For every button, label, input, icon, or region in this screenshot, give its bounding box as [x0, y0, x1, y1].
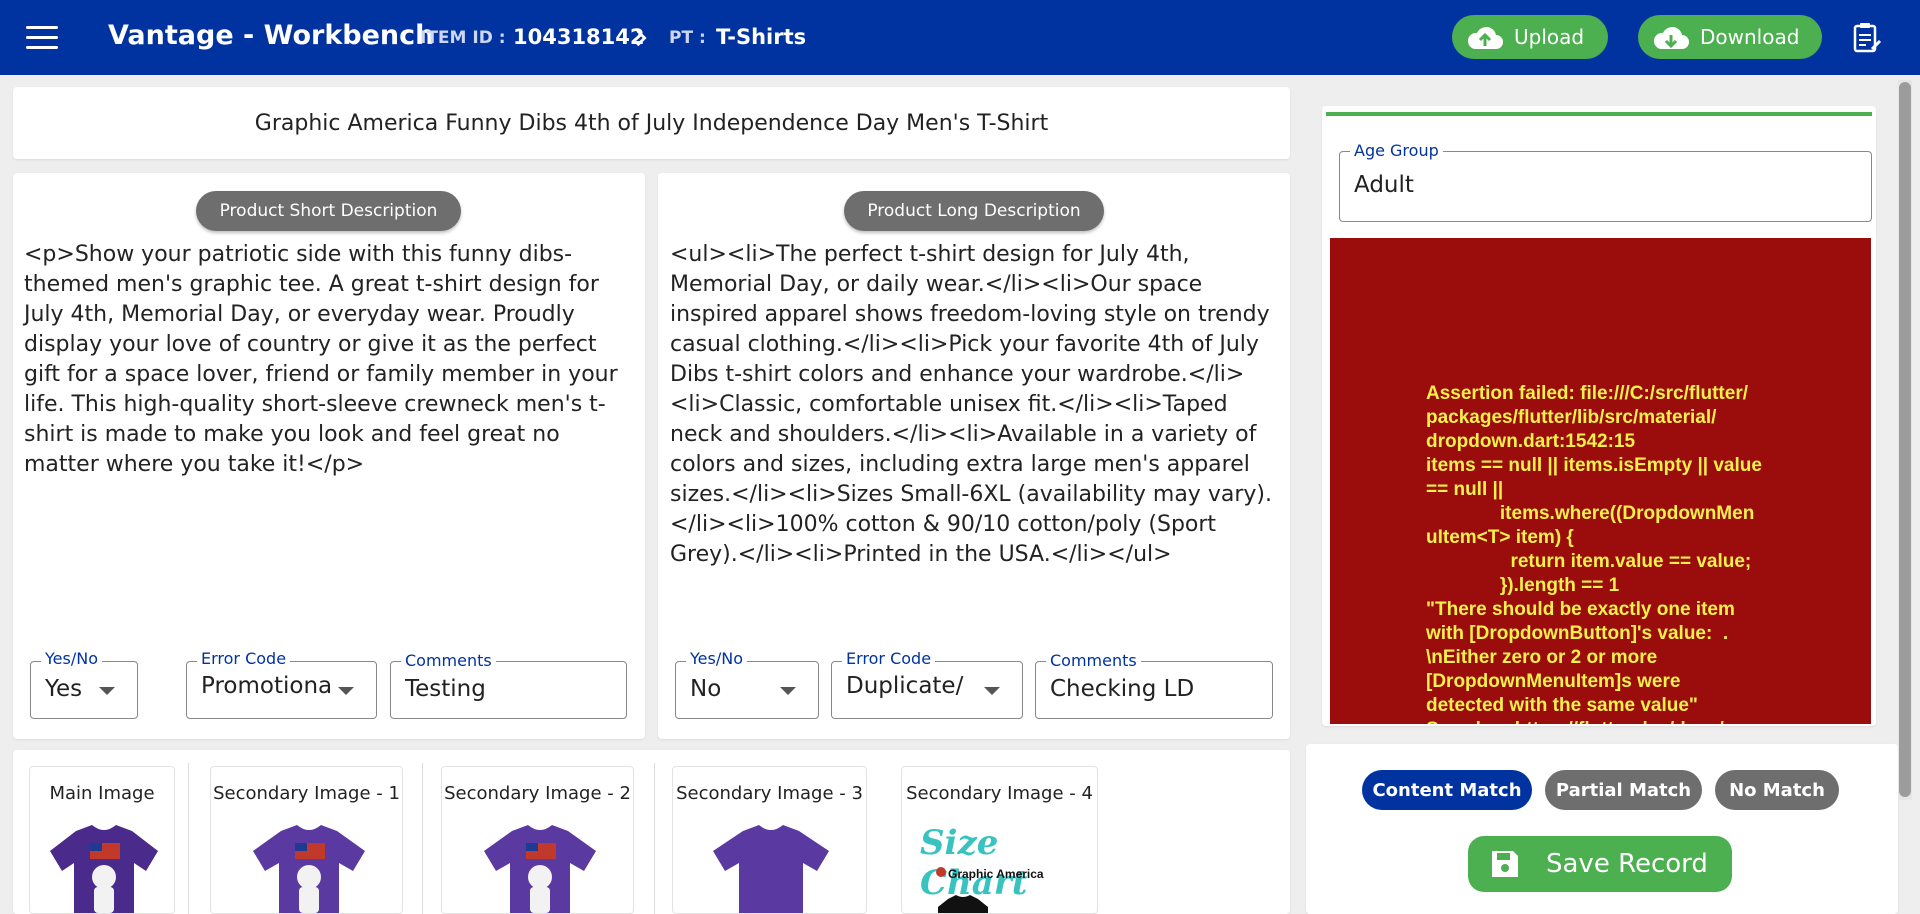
brand-logo-icon — [936, 867, 946, 877]
save-record-button[interactable]: Save Record — [1468, 836, 1732, 892]
long-yes-no-label: Yes/No — [686, 649, 747, 668]
download-label: Download — [1700, 25, 1800, 49]
long-comments-value: Checking LD — [1050, 676, 1195, 702]
long-error-code-select[interactable]: Error Code Duplicate/ — [831, 649, 1023, 719]
image-caption: Secondary Image - 2 — [444, 783, 631, 804]
short-description-chip[interactable]: Product Short Description — [196, 191, 461, 231]
image-divider — [654, 763, 655, 914]
size-chart-title: Size Chart — [920, 823, 1028, 903]
long-comments-label: Comments — [1046, 651, 1141, 670]
upload-button[interactable]: Upload — [1452, 15, 1608, 59]
tshirt-image — [253, 825, 365, 913]
caret-down-icon — [338, 687, 354, 695]
secondary-image-1-card[interactable]: Secondary Image - 1 — [210, 766, 403, 914]
images-panel — [13, 750, 1290, 914]
short-comments-label: Comments — [401, 651, 496, 670]
scrollbar-thumb[interactable] — [1899, 82, 1911, 797]
age-group-label: Age Group — [1350, 141, 1443, 160]
notes-icon[interactable] — [1852, 22, 1882, 54]
secondary-image-3-card[interactable]: Secondary Image - 3 — [672, 766, 867, 914]
save-icon — [1492, 851, 1518, 877]
tshirt-image — [713, 825, 829, 913]
long-yes-no-select[interactable]: Yes/No No — [675, 649, 819, 719]
menu-icon[interactable] — [26, 26, 58, 50]
caret-down-icon — [99, 687, 115, 695]
image-caption: Main Image — [49, 783, 155, 804]
error-message: Assertion failed: file:///C:/src/flutter… — [1426, 383, 1762, 724]
tshirt-image — [938, 895, 988, 913]
size-chart-brand: Graphic America — [948, 867, 1044, 881]
cloud-download-icon — [1653, 26, 1689, 49]
download-button[interactable]: Download — [1638, 15, 1822, 59]
short-error-code-label: Error Code — [197, 649, 291, 668]
long-description-text[interactable]: <ul><li>The perfect t-shirt design for J… — [670, 240, 1282, 570]
image-divider — [422, 763, 423, 914]
caret-down-icon — [780, 687, 796, 695]
short-error-code-select[interactable]: Error Code Promotiona — [186, 649, 377, 719]
caret-down-icon — [984, 687, 1000, 695]
short-description-text[interactable]: <p>Show your patriotic side with this fu… — [24, 240, 628, 480]
tshirt-image — [484, 825, 596, 913]
image-divider — [188, 763, 189, 914]
item-id-value: 104318142 — [513, 25, 645, 49]
upload-label: Upload — [1514, 25, 1585, 49]
pt-value: T-Shirts — [716, 25, 807, 49]
secondary-image-2-card[interactable]: Secondary Image - 2 — [441, 766, 634, 914]
chevron-right-icon[interactable] — [630, 27, 652, 49]
short-yes-no-value: Yes — [45, 676, 83, 702]
product-title: Graphic America Funny Dibs 4th of July I… — [13, 87, 1290, 159]
long-description-chip[interactable]: Product Long Description — [844, 191, 1104, 231]
age-group-value: Adult — [1354, 172, 1414, 198]
image-caption: Secondary Image - 1 — [213, 783, 400, 804]
app-title: Vantage - Workbench — [108, 20, 435, 51]
age-group-field[interactable]: Age Group Adult — [1339, 141, 1872, 222]
short-yes-no-select[interactable]: Yes/No Yes — [30, 649, 138, 719]
top-app-bar: Vantage - Workbench ITEM ID : 104318142 … — [0, 0, 1920, 75]
long-comments-field[interactable]: Comments Checking LD — [1035, 651, 1273, 719]
short-error-code-value: Promotiona — [201, 673, 333, 699]
image-caption: Secondary Image - 3 — [676, 783, 863, 804]
pt-label: PT : — [669, 28, 706, 48]
main-image-card[interactable]: Main Image — [29, 766, 175, 914]
short-comments-value: Testing — [405, 676, 486, 702]
error-widget: Assertion failed: file:///C:/src/flutter… — [1330, 238, 1871, 724]
short-yes-no-label: Yes/No — [41, 649, 102, 668]
long-yes-no-value: No — [690, 676, 722, 702]
tshirt-image — [50, 825, 158, 913]
no-match-button[interactable]: No Match — [1715, 770, 1839, 810]
item-id-label: ITEM ID : — [420, 28, 506, 48]
partial-match-button[interactable]: Partial Match — [1545, 770, 1702, 810]
cloud-upload-icon — [1467, 26, 1503, 49]
content-match-button[interactable]: Content Match — [1362, 770, 1532, 810]
secondary-image-4-card[interactable]: Secondary Image - 4 Size Chart Graphic A… — [901, 766, 1098, 914]
long-error-code-value: Duplicate/ — [846, 673, 964, 699]
save-label: Save Record — [1546, 849, 1708, 879]
short-comments-field[interactable]: Comments Testing — [390, 651, 627, 719]
image-caption: Secondary Image - 4 — [906, 783, 1093, 804]
long-error-code-label: Error Code — [842, 649, 936, 668]
progress-line — [1326, 112, 1872, 116]
